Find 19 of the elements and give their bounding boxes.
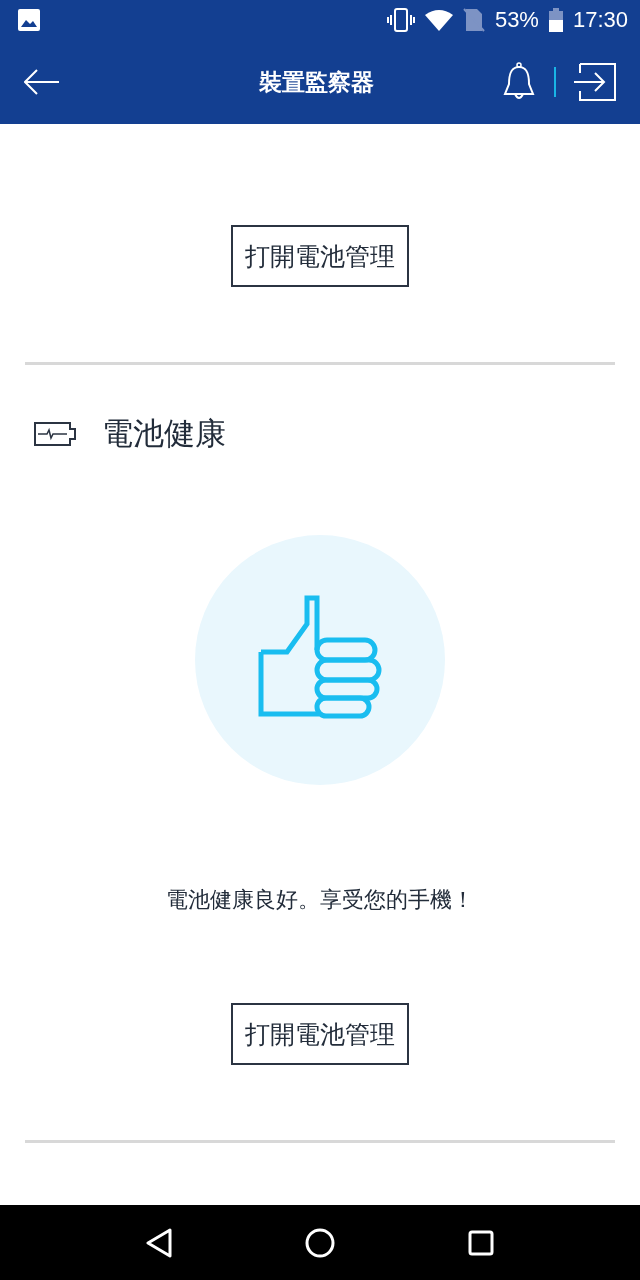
health-message: 電池健康良好。享受您的手機！	[166, 886, 474, 914]
clock: 17:30	[572, 7, 628, 33]
battery-health-icon	[34, 422, 76, 446]
wifi-icon	[424, 9, 453, 31]
battery-percent: 53%	[494, 7, 539, 33]
battery-management-button[interactable]: 打開電池管理	[231, 225, 409, 287]
exit-icon[interactable]	[574, 63, 616, 101]
section-title: 電池健康	[102, 414, 226, 453]
recents-icon[interactable]	[467, 1229, 494, 1256]
back-arrow-icon[interactable]	[24, 69, 60, 95]
no-sim-icon	[462, 8, 485, 32]
screen-title: 裝置監察器	[257, 67, 375, 97]
battery-icon	[548, 8, 563, 32]
image-icon	[18, 9, 40, 31]
back-icon[interactable]	[146, 1227, 173, 1258]
bell-icon[interactable]	[502, 62, 536, 102]
vibrate-icon	[386, 8, 415, 32]
battery-management-button[interactable]: 打開電池管理	[231, 1003, 409, 1065]
home-icon[interactable]	[305, 1227, 335, 1258]
